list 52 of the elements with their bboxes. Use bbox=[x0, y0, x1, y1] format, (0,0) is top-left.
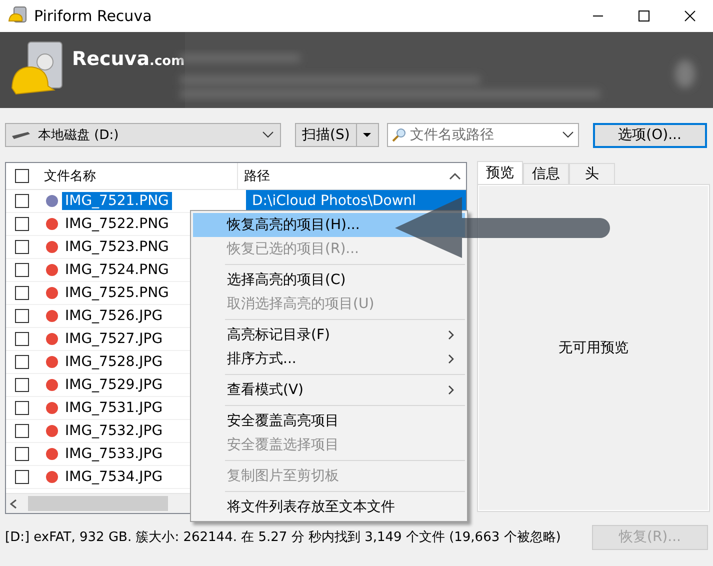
menu-item[interactable]: 查看模式(V) bbox=[193, 378, 465, 402]
row-checkbox[interactable] bbox=[15, 447, 29, 461]
row-checkbox[interactable] bbox=[15, 401, 29, 415]
row-checkbox[interactable] bbox=[15, 309, 29, 323]
row-checkbox[interactable] bbox=[15, 217, 29, 231]
drive-dropdown[interactable]: 本地磁盘 (D:) bbox=[5, 123, 281, 147]
menu-item[interactable]: 将文件列表存放至文本文件 bbox=[193, 495, 465, 519]
menu-item[interactable]: 安全覆盖高亮项目 bbox=[193, 409, 465, 433]
row-checkbox[interactable] bbox=[15, 332, 29, 346]
file-name[interactable]: IMG_7521.PNG bbox=[62, 192, 172, 210]
panel-tab[interactable]: 头 bbox=[569, 163, 615, 184]
drive-icon bbox=[12, 131, 30, 139]
column-header[interactable]: 路径 bbox=[238, 163, 444, 189]
panel-tab[interactable]: 信息 bbox=[523, 163, 569, 184]
row-checkbox[interactable] bbox=[15, 355, 29, 369]
row-checkbox[interactable] bbox=[15, 240, 29, 254]
panel-tab[interactable]: 预览 bbox=[477, 161, 523, 184]
search-field[interactable]: 文件名或路径 bbox=[408, 126, 560, 144]
chevron-down-icon bbox=[562, 131, 574, 139]
file-name[interactable]: IMG_7528.JPG bbox=[62, 353, 166, 371]
row-checkbox[interactable] bbox=[15, 263, 29, 277]
status-text: [D:] exFAT, 932 GB. 簇大小: 262144. 在 5.27 分 秒内找到 3,149 个文件 (19,663 个被忽略) bbox=[5, 529, 562, 546]
file-name[interactable]: IMG_7523.PNG bbox=[62, 238, 172, 256]
row-checkbox[interactable] bbox=[15, 424, 29, 438]
row-checkbox[interactable] bbox=[15, 286, 29, 300]
search-icon bbox=[392, 128, 406, 142]
search-combo-box[interactable]: 文件名或路径 bbox=[386, 123, 579, 147]
row-checkbox[interactable] bbox=[15, 470, 29, 484]
file-name[interactable]: IMG_7522.PNG bbox=[62, 215, 172, 233]
recuva-logo-text: Recuva.com bbox=[72, 48, 185, 70]
menu-item[interactable]: 高亮标记目录(F) bbox=[193, 323, 465, 347]
caret-icon bbox=[363, 133, 372, 137]
scrollbar-thumb[interactable] bbox=[28, 496, 168, 511]
file-name[interactable]: IMG_7526.JPG bbox=[62, 307, 166, 325]
file-name[interactable]: IMG_7525.PNG bbox=[62, 284, 172, 302]
file-name[interactable]: IMG_7531.JPG bbox=[62, 399, 166, 417]
select-all-checkbox[interactable] bbox=[15, 169, 29, 183]
row-checkbox[interactable] bbox=[15, 194, 29, 208]
window-title: Piriform Recuva bbox=[34, 7, 152, 25]
file-name[interactable]: IMG_7534.JPG bbox=[62, 468, 166, 486]
menu-item[interactable]: 选择高亮的项目(C) bbox=[193, 268, 465, 292]
column-header[interactable]: 文件名称 bbox=[38, 163, 238, 189]
row-checkbox[interactable] bbox=[15, 378, 29, 392]
no-preview-message: 无可用预览 bbox=[558, 339, 628, 357]
file-name[interactable]: IMG_7527.JPG bbox=[62, 330, 166, 348]
options-button[interactable]: 选项(O)... bbox=[592, 122, 707, 148]
menu-item[interactable]: 排序方式... bbox=[193, 347, 465, 371]
chevron-down-icon bbox=[262, 131, 274, 139]
file-name[interactable]: IMG_7532.JPG bbox=[62, 422, 166, 440]
file-name[interactable]: IMG_7529.JPG bbox=[62, 376, 166, 394]
file-name[interactable]: IMG_7524.PNG bbox=[62, 261, 172, 279]
file-name[interactable]: IMG_7533.JPG bbox=[62, 445, 166, 463]
